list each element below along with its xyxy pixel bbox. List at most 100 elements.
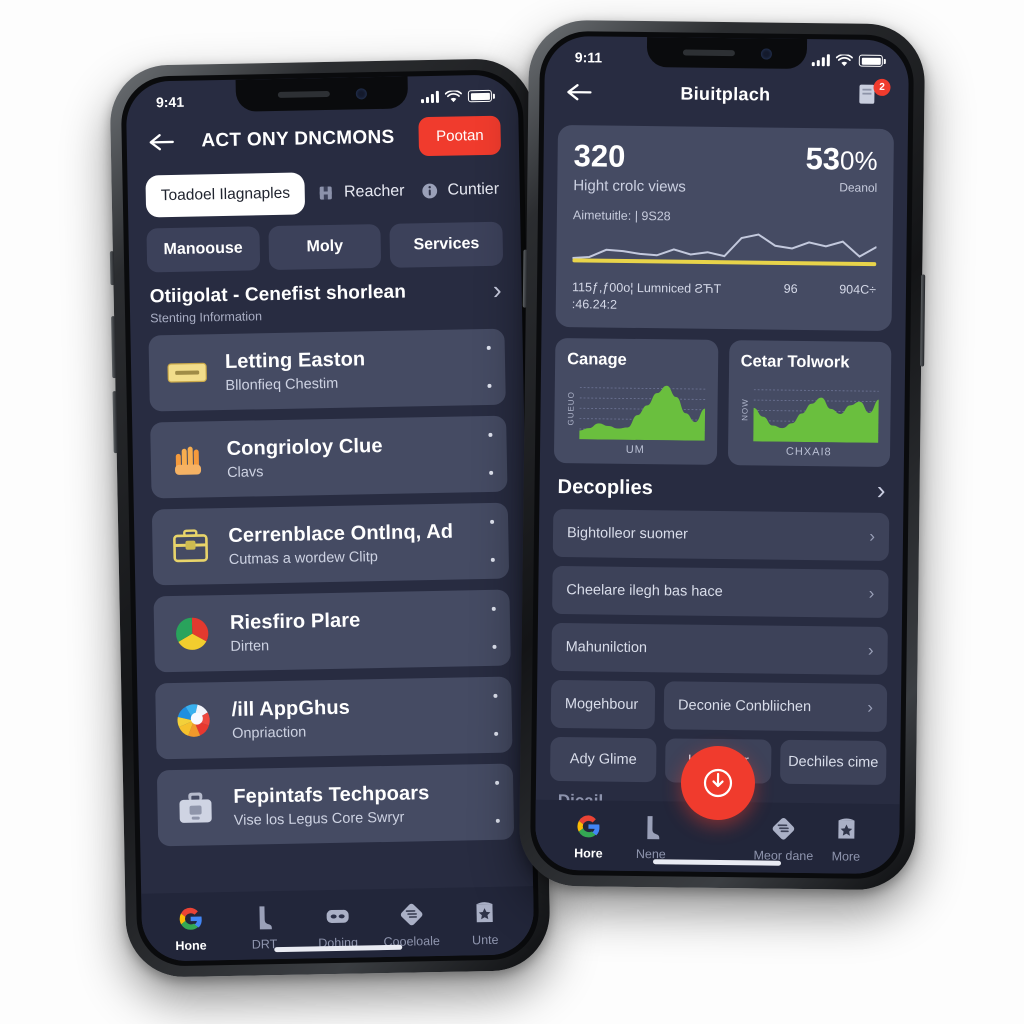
tab-unte[interactable]: Unte xyxy=(452,897,519,947)
grey-toolbox-icon xyxy=(173,785,218,830)
screenshot-canvas: 9:41 ACT ONY DNCMONS Pootan Toadoel Ilag… xyxy=(0,0,1024,1024)
battery-icon xyxy=(858,54,883,67)
app-bar-right: Biuitplach 2 xyxy=(544,69,909,121)
mini-chart-row: Canage GUEUO UM Cetar Tolwork NOW CHXAI8 xyxy=(553,337,892,467)
back-arrow-icon[interactable] xyxy=(564,80,594,104)
list-item-title: Riesfiro Plare xyxy=(229,608,361,634)
status-dot xyxy=(495,818,500,823)
section-title: Otiigolat - Cenefist shorlean xyxy=(149,281,407,308)
page-title: Biuitplach xyxy=(680,82,771,105)
list-item[interactable]: Fepintafs Techpoars Vise los Legus Core … xyxy=(156,763,515,847)
notification-button[interactable]: 2 xyxy=(856,78,891,111)
chart-footnote-left: 115ƒ,ƒ00o¦ Lumniced ƧЋT :46.24:2 xyxy=(571,280,722,312)
mini-chart-xlabel: UM xyxy=(625,443,645,456)
tab-label: Hone xyxy=(175,938,207,954)
mini-chart-card[interactable]: Canage GUEUO UM xyxy=(553,337,718,465)
signal-bars-icon xyxy=(420,90,440,104)
chevron-right-icon: › xyxy=(867,697,874,717)
chip-moly[interactable]: Moly xyxy=(268,223,382,271)
robot-icon xyxy=(326,909,349,924)
list-item[interactable]: /ill AppGhus Onpriaction xyxy=(155,676,513,760)
chevron-right-icon: › xyxy=(868,583,875,603)
sparkline-chart xyxy=(572,226,878,279)
tab-meor-dane[interactable]: Meor dane xyxy=(752,813,815,863)
tab-more[interactable]: More xyxy=(815,814,878,864)
list-item-label: Mogehbour xyxy=(564,695,639,713)
mini-chart-title: Cetar Tolwork xyxy=(740,351,850,372)
chip-manoouse[interactable]: Manoouse xyxy=(146,226,260,273)
chevron-right-icon: › xyxy=(867,640,874,660)
area-chart xyxy=(752,389,879,443)
tag-item[interactable]: Ady Glime xyxy=(550,736,657,782)
yellow-badge-icon xyxy=(165,350,210,395)
wifi-icon xyxy=(835,53,853,66)
segment-tab-cuntier[interactable]: Cuntier xyxy=(416,181,503,201)
diamond-note-icon xyxy=(400,903,422,926)
primary-action-button[interactable]: Pootan xyxy=(418,115,502,157)
list-item-subtitle: Cutmas a wordew Clitp xyxy=(228,548,378,568)
section-header[interactable]: Otiigolat - Cenefist shorlean Stenting I… xyxy=(129,265,522,330)
diamond-note-icon xyxy=(772,818,795,840)
list-item-label: Bightolleor suomer xyxy=(566,524,689,543)
stat-primary-label: Hight crolc views xyxy=(573,177,686,196)
tag-item[interactable]: Dechiles cime xyxy=(779,739,887,785)
list-item[interactable]: Cheelare ilegh bas hace › xyxy=(552,565,889,618)
list-item[interactable]: Bightolleor suomer › xyxy=(552,508,890,561)
front-camera-icon xyxy=(760,47,772,60)
summary-stat-card: 320 Hight crolc views 530% Deanol Aimetu… xyxy=(555,124,894,331)
notch-right xyxy=(646,37,808,70)
status-dot xyxy=(493,693,498,698)
segment-label: Cuntier xyxy=(447,180,500,199)
list-item-subtitle: Onpriaction xyxy=(231,723,307,742)
tab-dohing[interactable]: Dohing xyxy=(304,900,371,950)
content-list: Letting Easton Bllonfieq Chestim Congrio… xyxy=(130,322,532,847)
chevron-right-icon[interactable]: › xyxy=(493,275,502,305)
tab-drt[interactable]: DRT xyxy=(231,902,298,952)
status-badge: 2 xyxy=(873,78,891,97)
list-item[interactable]: Riesfiro Plare Dirten xyxy=(153,589,511,673)
app-bar-left: ACT ONY DNCMONS Pootan xyxy=(126,107,519,172)
signal-bars-icon xyxy=(811,54,830,67)
chevron-right-icon[interactable]: › xyxy=(877,475,886,505)
color-wheel-icon xyxy=(171,698,216,743)
segment-row: Toadoel Ilagnaples Reacher Cuntier xyxy=(127,168,520,218)
list-item[interactable]: Mogehbour xyxy=(550,679,656,729)
right-screen: 9:11 Biuitplach 2 320 Hight crolc views … xyxy=(534,35,910,875)
status-dot xyxy=(491,606,496,611)
detail-list: Bightolleor suomer › Cheelare ilegh bas … xyxy=(536,505,903,785)
segment-tab-selected[interactable]: Toadoel Ilagnaples xyxy=(145,172,306,218)
list-item[interactable]: Letting Easton Bllonfieq Chestim xyxy=(148,328,506,412)
list-item-subtitle: Clavs xyxy=(226,463,264,481)
list-item-label: Mahunilction xyxy=(565,638,648,656)
list-item[interactable]: Mahunilction › xyxy=(551,622,888,675)
section-title: Decoplies xyxy=(557,475,654,499)
page-title: ACT ONY DNCMONS xyxy=(201,126,395,151)
tab-hone[interactable]: Hone xyxy=(157,903,224,953)
battery-icon xyxy=(467,89,493,103)
stat-percent-unit: 0% xyxy=(839,145,878,176)
earpiece-speaker-icon xyxy=(277,90,330,98)
segment-tab-reacher[interactable]: Reacher xyxy=(313,182,409,202)
segment-label: Reacher xyxy=(343,182,405,201)
tab-nene[interactable]: Nene xyxy=(620,812,683,862)
phone-device-right: 9:11 Biuitplach 2 320 Hight crolc views … xyxy=(518,19,926,891)
list-item-subtitle: Vise los Legus Core Swryr xyxy=(233,809,405,829)
list-item-label: Deconie Conbliichen xyxy=(677,697,812,715)
list-item[interactable]: Congrioloy Clue Clavs xyxy=(150,415,508,499)
list-item[interactable]: Deconie Conbliichen › xyxy=(663,681,888,732)
section-header[interactable]: Decoplies › xyxy=(539,463,903,509)
back-arrow-icon[interactable] xyxy=(147,129,177,154)
notch-left xyxy=(235,76,409,112)
tab-cooeloale[interactable]: Cooeloale xyxy=(378,899,445,949)
tab-hore[interactable]: Hore xyxy=(557,811,620,861)
status-dot xyxy=(495,780,500,785)
film-icon xyxy=(319,186,333,200)
chip-services[interactable]: Services xyxy=(389,221,504,268)
list-item[interactable]: Cerrenblace Ontlnq, Ad Cutmas a wordew C… xyxy=(151,502,510,586)
list-item-title: /ill AppGhus xyxy=(231,696,351,721)
status-dot xyxy=(490,557,495,562)
list-item-label: Cheelare ilegh bas hace xyxy=(566,581,723,600)
chart-caption: Aimetuitle: | 9S28 xyxy=(572,208,671,224)
tag-label: Dechiles cime xyxy=(788,753,879,771)
mini-chart-card[interactable]: Cetar Tolwork NOW CHXAI8 xyxy=(727,339,892,467)
